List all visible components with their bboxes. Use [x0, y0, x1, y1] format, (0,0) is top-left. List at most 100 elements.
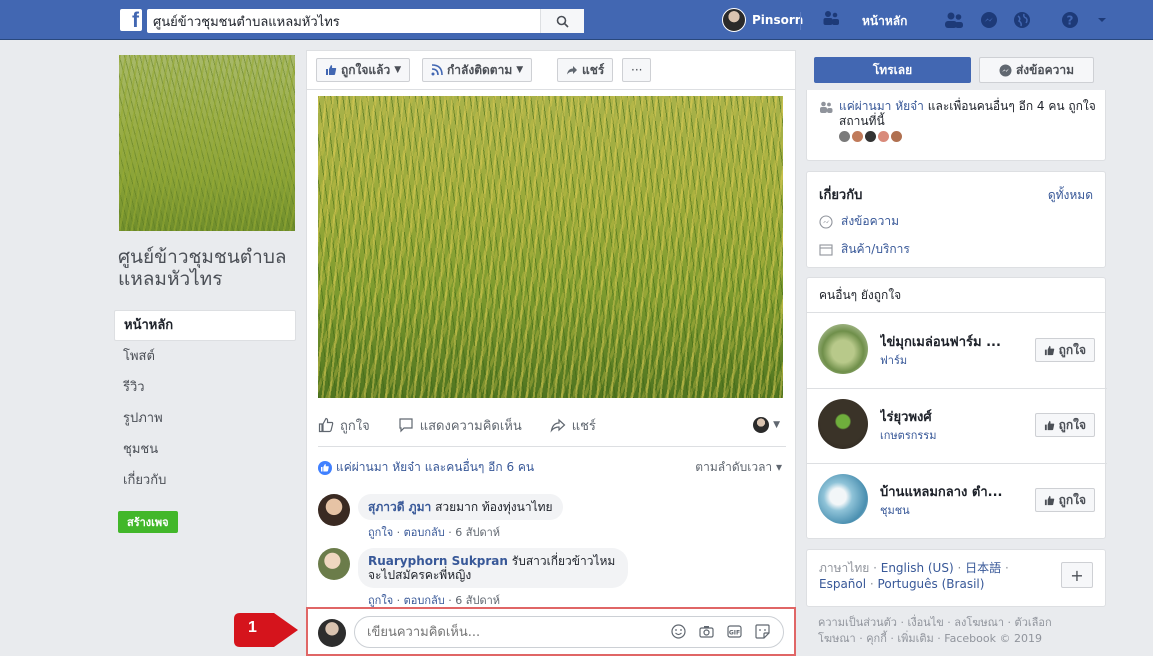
- suggested-like-button[interactable]: ถูกใจ: [1034, 338, 1095, 362]
- left-nav-photos[interactable]: รูปภาพ: [114, 403, 296, 434]
- notifications-globe-icon[interactable]: [1012, 10, 1032, 30]
- create-page-button[interactable]: สร้างเพจ: [118, 511, 178, 533]
- suggested-page-name[interactable]: ไร่ยุวพงศ์: [880, 406, 1020, 427]
- avatar[interactable]: [852, 131, 863, 142]
- more-options-button[interactable]: ···: [622, 58, 652, 82]
- page-profile-photo[interactable]: [119, 55, 295, 231]
- suggested-page-category[interactable]: ฟาร์ม: [880, 351, 907, 369]
- profile-link[interactable]: Pinsorn: [722, 8, 803, 32]
- avatar[interactable]: [865, 131, 876, 142]
- suggested-like-label: ถูกใจ: [1058, 342, 1086, 357]
- search-button[interactable]: [540, 9, 584, 33]
- comment-author[interactable]: Ruaryphorn Sukpran: [368, 554, 508, 568]
- suggested-like-label: ถูกใจ: [1058, 417, 1086, 432]
- language-card: ภาษาไทย · English (US) · 日本語 · Español ·…: [806, 549, 1106, 607]
- left-nav-reviews[interactable]: รีวิว: [114, 372, 296, 403]
- comment-time[interactable]: 6 สัปดาห์: [455, 526, 500, 539]
- comment-button[interactable]: แสดงความคิดเห็น: [398, 415, 522, 436]
- search-input[interactable]: [147, 9, 540, 33]
- thumbs-up-icon: [326, 65, 337, 75]
- footer-links[interactable]: ความเป็นส่วนตัว · เงื่อนไข · ลงโฆษณา · ต…: [818, 615, 1078, 647]
- sticker-icon[interactable]: [754, 623, 770, 639]
- avatar[interactable]: [878, 131, 889, 142]
- comment-reply-link[interactable]: ตอบกลับ: [404, 594, 445, 607]
- language-option[interactable]: English (US): [881, 561, 954, 575]
- avatar: [318, 619, 346, 647]
- comment-author[interactable]: สุภาวดี ภูมา: [368, 500, 431, 514]
- left-nav-posts[interactable]: โพสต์: [114, 341, 296, 372]
- home-link[interactable]: หน้าหลัก: [862, 12, 907, 31]
- comment-like-link[interactable]: ถูกใจ: [368, 594, 393, 607]
- reaction-bar: ถูกใจ แสดงความคิดเห็น แชร์ ▼: [318, 410, 788, 440]
- see-all-link[interactable]: ดูทั้งหมด: [1048, 186, 1093, 205]
- about-products-row[interactable]: สินค้า/บริการ: [819, 240, 910, 259]
- camera-icon[interactable]: [698, 623, 714, 639]
- suggested-like-label: ถูกใจ: [1058, 492, 1086, 507]
- comment-text: สวยมาก ท้องทุ่งนาไทย: [435, 500, 553, 514]
- comment-like-link[interactable]: ถูกใจ: [368, 526, 393, 539]
- thumbs-up-icon: [1044, 420, 1054, 430]
- suggested-page: ไข่มุกเมล่อนฟาร์ม ... ฟาร์ม ถูกใจ: [807, 314, 1107, 389]
- rss-follow-icon: [431, 64, 443, 76]
- thumbs-up-icon: [1044, 495, 1054, 505]
- emoji-icon[interactable]: [670, 623, 686, 639]
- avatar[interactable]: [839, 131, 850, 142]
- comment-sort-dropdown[interactable]: ตามลำดับเวลา ▾: [695, 458, 782, 477]
- post-as-selector[interactable]: ▼: [753, 417, 780, 433]
- suggested-like-button[interactable]: ถูกใจ: [1034, 413, 1095, 437]
- language-option[interactable]: Español: [819, 577, 866, 591]
- suggested-like-button[interactable]: ถูกใจ: [1034, 488, 1095, 512]
- facebook-logo-icon[interactable]: f: [120, 9, 142, 32]
- comment-item: สุภาวดี ภูมา สวยมาก ท้องทุ่งนาไทย ถูกใจ …: [318, 494, 788, 541]
- comment-time[interactable]: 6 สัปดาห์: [455, 594, 500, 607]
- about-message-row[interactable]: ส่งข้อความ: [819, 212, 899, 231]
- commenter-avatar[interactable]: [318, 548, 350, 580]
- left-nav-community[interactable]: ชุมชน: [114, 434, 296, 465]
- suggested-page-category[interactable]: ชุมชน: [880, 501, 910, 519]
- chevron-down-icon: ▼: [394, 65, 402, 75]
- messenger-icon[interactable]: [979, 10, 999, 30]
- step-number: 1: [248, 619, 257, 636]
- suggested-page-name[interactable]: ไข่มุกเมล่อนฟาร์ม ...: [880, 331, 1020, 352]
- suggested-page-category[interactable]: เกษตรกรรม: [880, 426, 936, 444]
- share-page-button[interactable]: แชร์: [557, 58, 614, 82]
- suggested-page-avatar[interactable]: [818, 399, 868, 449]
- friend-requests-icon[interactable]: [944, 10, 964, 30]
- friend-name-link[interactable]: แค่ผ่านมา หัยจ๋า: [839, 99, 924, 113]
- comment-reply-link[interactable]: ตอบกลับ: [404, 526, 445, 539]
- find-friends-icon[interactable]: [822, 10, 840, 30]
- page-action-bar: ถูกใจแล้ว ▼ กำลังติดตาม ▼ แชร์ ···: [306, 50, 796, 90]
- suggested-page-avatar[interactable]: [818, 324, 868, 374]
- comment-bubble: สุภาวดี ภูมา สวยมาก ท้องทุ่งนาไทย: [358, 494, 563, 520]
- search-icon: [556, 15, 569, 28]
- following-button[interactable]: กำลังติดตาม ▼: [422, 58, 533, 82]
- page-title[interactable]: ศูนย์ข้าวชุมชนตำบลแหลมหัวไทร: [118, 246, 298, 290]
- language-option[interactable]: Português (Brasil): [878, 577, 985, 591]
- help-icon[interactable]: ?: [1060, 10, 1080, 30]
- likes-summary[interactable]: แค่ผ่านมา หัยจ๋า และคนอื่นๆ อีก 6 คน ตาม…: [318, 458, 788, 477]
- divider: [318, 446, 786, 447]
- thumbs-up-icon: [1044, 345, 1054, 355]
- left-nav-home[interactable]: หน้าหลัก: [114, 310, 296, 341]
- others-like-title: คนอื่นๆ ยังถูกใจ: [807, 278, 1105, 313]
- commenter-avatar[interactable]: [318, 494, 350, 526]
- suggested-page-name[interactable]: บ้านแหลมกลาง ตำ...: [880, 481, 1020, 502]
- avatar: [722, 8, 746, 32]
- about-card: เกี่ยวกับ ดูทั้งหมด ส่งข้อความ สินค้า/บร…: [806, 171, 1106, 268]
- avatar[interactable]: [891, 131, 902, 142]
- post-photo[interactable]: [318, 96, 783, 398]
- likes-summary-text: แค่ผ่านมา หัยจ๋า และคนอื่นๆ อีก 6 คน: [336, 460, 535, 474]
- page-left-navigation: หน้าหลัก โพสต์ รีวิว รูปภาพ ชุมชน เกี่ยว…: [114, 310, 296, 496]
- share-post-button[interactable]: แชร์: [550, 415, 596, 436]
- suggested-page-avatar[interactable]: [818, 474, 868, 524]
- left-nav-about[interactable]: เกี่ยวกับ: [114, 465, 296, 496]
- language-option[interactable]: 日本語: [965, 561, 1001, 575]
- about-products-label: สินค้า/บริการ: [841, 242, 910, 256]
- like-button[interactable]: ถูกใจ: [318, 415, 370, 436]
- send-message-button[interactable]: ส่งข้อความ: [979, 57, 1094, 83]
- call-now-button[interactable]: โทรเลย: [814, 57, 971, 83]
- add-language-button[interactable]: +: [1061, 562, 1093, 588]
- gif-icon[interactable]: GIF: [726, 623, 742, 639]
- liked-button[interactable]: ถูกใจแล้ว ▼: [316, 58, 411, 82]
- account-menu-chevron-icon[interactable]: [1092, 10, 1112, 30]
